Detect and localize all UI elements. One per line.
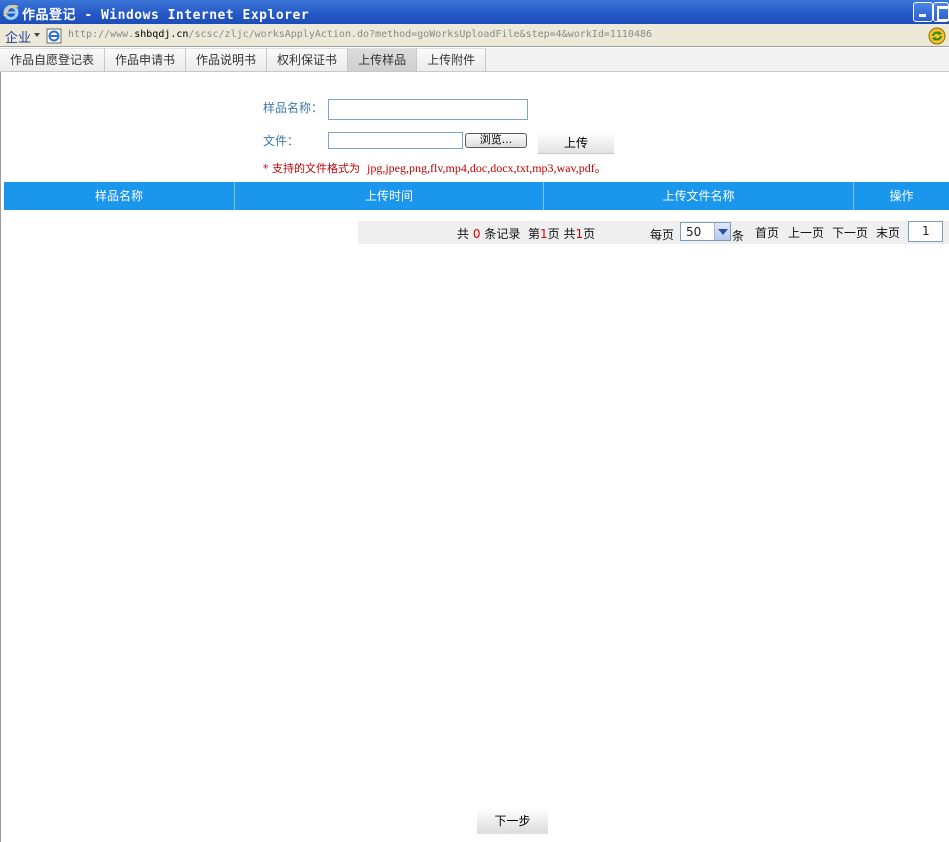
per-page-select[interactable]: 50: [680, 222, 731, 241]
refresh-go-icon[interactable]: [928, 27, 946, 45]
minimize-button[interactable]: [913, 2, 933, 22]
next-page-link[interactable]: 下一页: [832, 224, 868, 241]
tab-application-form[interactable]: 作品申请书: [105, 48, 187, 71]
pagination-bar: 共 0 条记录 第1页 共1页 每页 50 条 首页 上一页 下一页 末页 1: [358, 221, 949, 244]
column-upload-time: 上传时间: [235, 182, 544, 210]
column-sample-name: 样品名称: [4, 182, 235, 210]
tab-upload-sample[interactable]: 上传样品: [348, 48, 418, 71]
first-page-link[interactable]: 首页: [755, 224, 779, 241]
chevron-down-icon[interactable]: [714, 223, 730, 240]
previous-page-link[interactable]: 上一页: [788, 224, 824, 241]
record-summary: 共 0 条记录 第1页 共1页: [457, 227, 596, 241]
content-left-border: [0, 72, 1, 842]
title-bar: 作品登记 - Windows Internet Explorer: [0, 0, 949, 24]
tab-voluntary-registration-form[interactable]: 作品自愿登记表: [0, 48, 106, 71]
address-bar: 企业 http://www.shbqdj.cn/scsc/zljc/worksA…: [0, 24, 949, 47]
supported-formats-hint: * 支持的文件格式为 jpg,jpeg,png,flv,mp4,doc,docx…: [263, 161, 607, 175]
tab-work-description[interactable]: 作品说明书: [186, 48, 268, 71]
sample-name-label: 样品名称：: [263, 101, 324, 115]
per-page-label: 每页: [650, 228, 675, 242]
url-field[interactable]: http://www.shbqdj.cn/scsc/zljc/worksAppl…: [68, 29, 652, 40]
file-label: 文件：: [263, 134, 300, 148]
upload-button[interactable]: 上传: [538, 132, 614, 154]
goto-page-input[interactable]: 1: [908, 221, 943, 242]
tab-rights-guarantee[interactable]: 权利保证书: [267, 48, 349, 71]
column-actions: 操作: [889, 189, 914, 203]
page-icon: [46, 28, 62, 44]
column-uploaded-file-name: 上传文件名称: [544, 182, 854, 210]
step-tabs: 作品自愿登记表 作品申请书 作品说明书 权利保证书 上传样品 上传附件: [0, 48, 949, 72]
per-page-unit: 条: [732, 229, 745, 243]
maximize-button[interactable]: [933, 2, 949, 22]
tab-upload-attachment[interactable]: 上传附件: [417, 48, 487, 71]
security-zone-label[interactable]: 企业: [2, 27, 34, 46]
zone-dropdown-icon[interactable]: [34, 33, 40, 37]
samples-table-header: 样品名称 上传时间 上传文件名称 操作: [4, 182, 949, 210]
internet-explorer-icon: [3, 4, 19, 20]
file-path-input[interactable]: [328, 132, 463, 149]
last-page-link[interactable]: 末页: [876, 224, 900, 241]
window-title: 作品登记 - Windows Internet Explorer: [22, 8, 310, 23]
next-step-button[interactable]: 下一步: [477, 808, 548, 834]
sample-name-input[interactable]: [328, 99, 528, 120]
browse-button[interactable]: 浏览...: [465, 133, 527, 148]
